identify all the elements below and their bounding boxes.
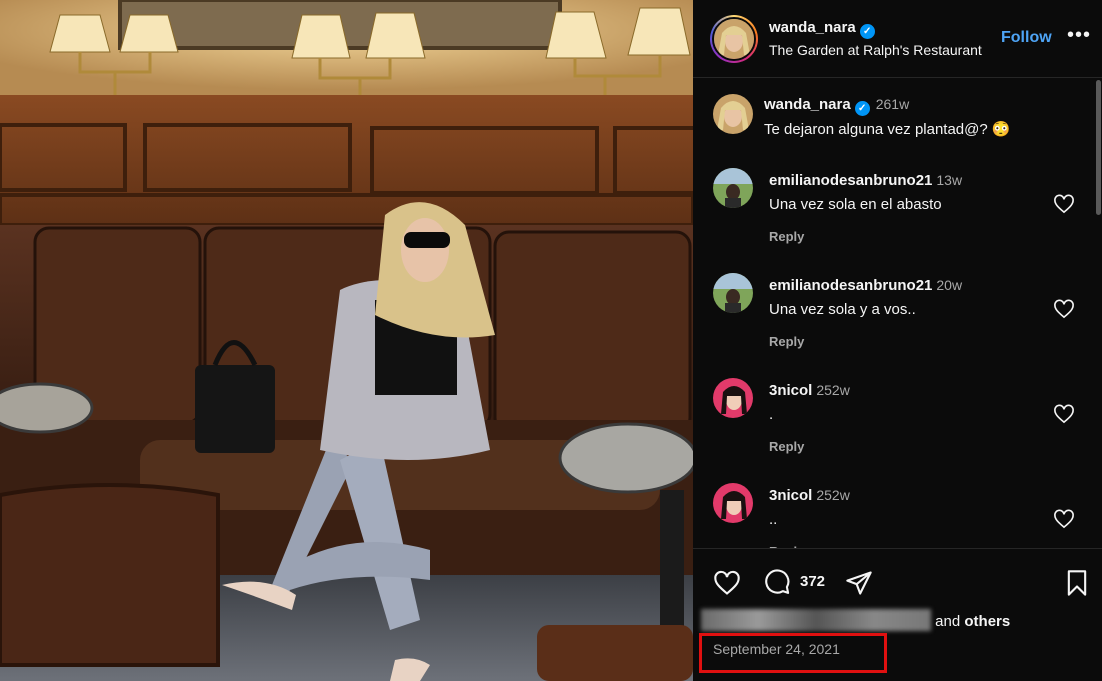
comment-username-line: 3nicol 252w <box>769 487 850 504</box>
heart-icon[interactable] <box>1053 194 1075 214</box>
comment-username-line: emilianodesanbruno21 20w <box>769 277 962 294</box>
post-sidebar: wanda_nara ✓ The Garden at Ralph's Restau… <box>693 0 1102 681</box>
comment-username[interactable]: emilianodesanbruno21 <box>769 277 932 294</box>
post-date[interactable]: September 24, 2021 <box>713 641 840 657</box>
author-username-link[interactable]: wanda_nara ✓ <box>769 19 875 39</box>
comment-avatar-image <box>713 273 753 313</box>
verified-badge-icon: ✓ <box>859 24 875 39</box>
author-avatar[interactable] <box>710 15 758 63</box>
comment-item: emilianodesanbruno21 13w Una vez sola en … <box>693 168 1088 272</box>
reply-button[interactable]: Reply <box>769 439 804 454</box>
post-photo[interactable] <box>0 0 693 681</box>
reply-button[interactable]: Reply <box>769 334 804 349</box>
caption-username-line: wanda_nara ✓ 261w <box>764 96 909 116</box>
author-username: wanda_nara <box>769 19 856 36</box>
comment-time[interactable]: 252w <box>816 382 849 398</box>
heart-icon[interactable] <box>1053 404 1075 424</box>
comment-text: Una vez sola en el abasto <box>769 196 942 213</box>
post-caption: wanda_nara ✓ 261w Te dejaron alguna vez pl… <box>693 80 1102 150</box>
more-icon[interactable]: ••• <box>1067 24 1091 47</box>
comment-avatar-image <box>713 168 753 208</box>
likes-summary[interactable]: and others <box>701 609 1010 631</box>
comment-avatar-image <box>713 483 753 523</box>
caption-time[interactable]: 261w <box>876 96 909 112</box>
caption-avatar-image <box>713 94 753 134</box>
comment-avatar[interactable] <box>713 378 753 418</box>
comment-username-line: emilianodesanbruno21 13w <box>769 172 962 189</box>
comment-avatar[interactable] <box>713 483 753 523</box>
comment-time[interactable]: 20w <box>936 277 962 293</box>
share-icon[interactable] <box>845 569 873 597</box>
blurred-likers <box>701 609 931 631</box>
caption-text: Te dejaron alguna vez plantad@? 😳 <box>764 121 1011 138</box>
comment-avatar-image <box>713 378 753 418</box>
caption-username[interactable]: wanda_nara <box>764 96 851 113</box>
comment-item: emilianodesanbruno21 20w Una vez sola y a… <box>693 273 1088 377</box>
bookmark-icon[interactable] <box>1063 569 1091 597</box>
comment-username[interactable]: 3nicol <box>769 382 812 399</box>
comment-count[interactable]: 372 <box>800 573 825 590</box>
author-avatar-image <box>714 19 754 59</box>
comment-text: . <box>769 406 774 423</box>
comment-item: 3nicol 252w . Reply <box>693 378 1088 482</box>
post-photo-image <box>0 0 693 681</box>
scrollbar-thumb[interactable] <box>1096 80 1101 215</box>
comment-avatar[interactable] <box>713 273 753 313</box>
heart-icon[interactable] <box>1053 299 1075 319</box>
verified-badge-icon: ✓ <box>854 101 870 116</box>
heart-icon[interactable] <box>1053 509 1075 529</box>
comment-text: Una vez sola y a vos.. <box>769 301 916 318</box>
comment-username[interactable]: emilianodesanbruno21 <box>769 172 932 189</box>
comment-avatar[interactable] <box>713 168 753 208</box>
likes-others[interactable]: others <box>964 613 1010 630</box>
follow-button[interactable]: Follow <box>1001 29 1052 47</box>
post-header: wanda_nara ✓ The Garden at Ralph's Restau… <box>693 0 1102 78</box>
caption-avatar[interactable] <box>713 94 753 134</box>
comment-username-line: 3nicol 252w <box>769 382 850 399</box>
comment-time[interactable]: 252w <box>816 487 849 503</box>
location-link[interactable]: The Garden at Ralph's Restaurant <box>769 42 982 58</box>
reply-button[interactable]: Reply <box>769 229 804 244</box>
comment-username[interactable]: 3nicol <box>769 487 812 504</box>
likes-and: and <box>935 613 961 630</box>
post-actions: 372 and others September 24, 2021 <box>693 548 1102 681</box>
heart-icon[interactable] <box>713 569 741 597</box>
comment-icon[interactable] <box>763 569 791 597</box>
comment-time[interactable]: 13w <box>936 172 962 188</box>
comment-text: .. <box>769 511 778 528</box>
